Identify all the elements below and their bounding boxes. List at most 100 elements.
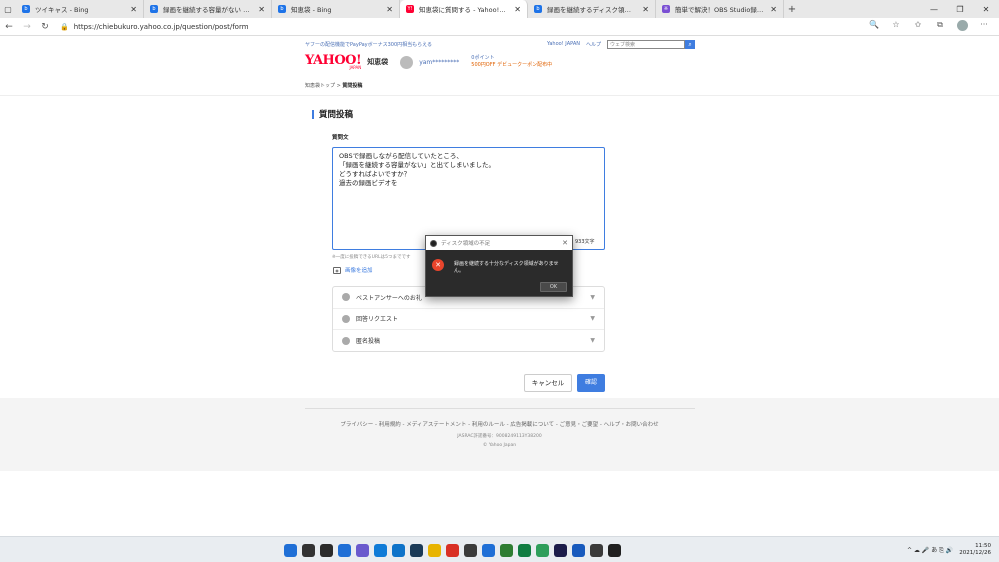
tab-title: 録画を継続する容量がない OBS xyxy=(163,6,254,14)
tab-title: 簡単で解決！OBS Studio録画でき xyxy=(675,6,765,14)
service-name[interactable]: 知恵袋 xyxy=(367,57,388,67)
user-avatar[interactable] xyxy=(400,55,414,69)
yahoo-logo[interactable]: YAHOO! JAPAN xyxy=(305,54,362,70)
taskbar-app-icon[interactable] xyxy=(410,543,423,557)
collections-icon[interactable]: ⧉ xyxy=(931,20,949,33)
profile-avatar[interactable] xyxy=(953,20,971,33)
copyright: © Yahoo Japan xyxy=(482,443,517,448)
tab-title: 知恵袋に質問する - Yahoo!知恵袋 xyxy=(419,6,510,14)
toolbar-actions: 🔍 ☆ ✩ ⧉ ··· xyxy=(865,20,999,33)
taskbar-app-icon[interactable] xyxy=(284,543,297,557)
browser-tab[interactable]: Y! 知恵袋に質問する - Yahoo!知恵袋 ✕ xyxy=(400,0,528,18)
lock-icon xyxy=(342,336,350,345)
tab-close-icon[interactable]: ✕ xyxy=(770,5,777,14)
zoom-icon[interactable]: 🔍 xyxy=(865,20,883,33)
refresh-icon[interactable]: ↻ xyxy=(36,22,54,32)
dialog-message: 録画を継続する十分なディスク領域がありません。 xyxy=(454,261,559,274)
footer: プライバシー - 利用規約 - メディアステートメント - 利用のルール - 広… xyxy=(0,398,999,471)
coupon-link[interactable]: 500円OFF デビュークーポン配布中 xyxy=(471,62,552,69)
window-controls: — ❐ ✕ xyxy=(921,5,999,14)
taskbar-app-icon[interactable] xyxy=(518,543,531,557)
option-answer-request[interactable]: 回答リクエスト ▼ xyxy=(333,309,604,331)
yahoo-japan-link[interactable]: Yahoo! JAPAN xyxy=(547,41,580,47)
cancel-button[interactable]: キャンセル xyxy=(524,374,572,392)
minimize-icon[interactable]: — xyxy=(921,5,947,14)
tab-close-icon[interactable]: ✕ xyxy=(386,5,393,14)
footer-links[interactable]: プライバシー - 利用規約 - メディアステートメント - 利用のルール - 広… xyxy=(0,420,999,428)
taskbar-app-icon[interactable] xyxy=(536,543,549,557)
url-field[interactable]: 🔒 https://chiebukuro.yahoo.co.jp/questio… xyxy=(60,23,840,31)
taskbar-app-icon[interactable] xyxy=(482,543,495,557)
new-tab-button[interactable]: + xyxy=(784,4,800,15)
dialog-body: ✕ 録画を継続する十分なディスク領域がありません。 xyxy=(426,250,572,274)
taskbar-app-icon[interactable] xyxy=(338,543,351,557)
tab-close-icon[interactable]: ✕ xyxy=(130,5,137,14)
tab-strip: b ツイキャス - Bing ✕ b 録画を継続する容量がない OBS ✕ b 知恵袋 - B… xyxy=(16,0,784,18)
maximize-icon[interactable]: ❐ xyxy=(947,5,973,14)
tab-close-icon[interactable]: ✕ xyxy=(514,5,521,14)
taskbar-app-icon[interactable] xyxy=(464,543,477,557)
favicon-icon: b xyxy=(534,5,542,13)
yj-header: YAHOO! JAPAN 知恵袋 yam********* 0ポイント 500円… xyxy=(305,52,695,72)
back-icon[interactable]: ← xyxy=(0,22,18,32)
taskbar-app-icon[interactable] xyxy=(428,543,441,557)
clock[interactable]: 11:50 2021/12/26 xyxy=(959,543,991,557)
taskbar-app-icon[interactable] xyxy=(302,543,315,557)
tab-actions-icon[interactable]: ▢ xyxy=(0,0,16,18)
forward-icon[interactable]: → xyxy=(18,22,36,32)
url-text: https://chiebukuro.yahoo.co.jp/question/… xyxy=(73,22,249,31)
taskbar-app-icon[interactable] xyxy=(392,543,405,557)
favorites-icon[interactable]: ✩ xyxy=(909,20,927,33)
add-image-button[interactable]: ◉ 画像を追加 xyxy=(333,266,373,274)
taskbar-app-icon[interactable] xyxy=(608,543,621,557)
browser-tab[interactable]: b 知恵袋 - Bing ✕ xyxy=(272,0,400,18)
taskbar-app-icon[interactable] xyxy=(320,543,333,557)
confirm-button[interactable]: 確認 xyxy=(577,374,605,392)
tab-title: ツイキャス - Bing xyxy=(35,6,89,14)
option-anonymous-post[interactable]: 匿名投稿 ▼ xyxy=(333,330,604,352)
points-info: 0ポイント 500円OFF デビュークーポン配布中 xyxy=(471,55,552,69)
person-icon xyxy=(342,314,350,323)
search-icon[interactable]: ⌕ xyxy=(685,39,695,49)
breadcrumb-root[interactable]: 知恵袋トップ xyxy=(305,83,335,89)
browser-tab[interactable]: b ツイキャス - Bing ✕ xyxy=(16,0,144,18)
char-count: 933文字 xyxy=(575,239,595,245)
taskbar-app-icon[interactable] xyxy=(500,543,513,557)
error-icon: ✕ xyxy=(432,259,444,271)
taskbar-app-icon[interactable] xyxy=(590,543,603,557)
taskbar-app-icon[interactable] xyxy=(572,543,585,557)
favorite-star-icon[interactable]: ☆ xyxy=(887,20,905,33)
help-link[interactable]: ヘルプ xyxy=(586,41,601,48)
footer-divider xyxy=(305,408,695,409)
dialog-close-icon[interactable]: ✕ xyxy=(562,239,568,247)
tab-title: 知恵袋 - Bing xyxy=(291,6,332,14)
taskbar-app-icon[interactable] xyxy=(356,543,369,557)
camera-icon: ◉ xyxy=(333,266,341,274)
user-name[interactable]: yam********* xyxy=(419,59,459,66)
question-label: 質問文 xyxy=(332,135,349,141)
browser-tab[interactable]: ※ 簡単で解決！OBS Studio録画でき ✕ xyxy=(656,0,784,18)
breadcrumb: 知恵袋トップ > 質問投稿 xyxy=(305,83,363,89)
points-link[interactable]: 0ポイント xyxy=(471,55,552,62)
ok-button[interactable]: OK xyxy=(540,282,567,292)
windows-taskbar: ^ ☁ 🎤 あ ⎘ 🔊 11:50 2021/12/26 xyxy=(0,536,999,562)
tab-close-icon[interactable]: ✕ xyxy=(642,5,649,14)
taskbar-app-icon[interactable] xyxy=(374,543,387,557)
close-window-icon[interactable]: ✕ xyxy=(973,5,999,14)
page-title: 質問投稿 xyxy=(312,108,353,120)
favicon-icon: ※ xyxy=(662,5,670,13)
dialog-titlebar: ディスク領域の不足 ✕ xyxy=(426,236,572,250)
promo-link[interactable]: ヤフーの配信機能でPayPayボーナス300円相当もらえる xyxy=(305,41,432,48)
title-accent xyxy=(312,109,314,119)
dialog-title: ディスク領域の不足 xyxy=(441,241,491,247)
obs-icon xyxy=(430,239,437,247)
web-search-input[interactable]: ウェブ検索 xyxy=(607,39,685,49)
more-icon[interactable]: ··· xyxy=(975,20,993,33)
browser-tab[interactable]: b 録画を継続する容量がない OBS ✕ xyxy=(144,0,272,18)
tab-close-icon[interactable]: ✕ xyxy=(258,5,265,14)
browser-tab[interactable]: b 録画を継続するディスク領域がありま ✕ xyxy=(528,0,656,18)
tray-icons[interactable]: ^ ☁ 🎤 あ ⎘ 🔊 xyxy=(907,545,953,555)
taskbar-app-icon[interactable] xyxy=(554,543,567,557)
taskbar-app-icon[interactable] xyxy=(446,543,459,557)
chevron-down-icon: ▼ xyxy=(590,337,595,345)
